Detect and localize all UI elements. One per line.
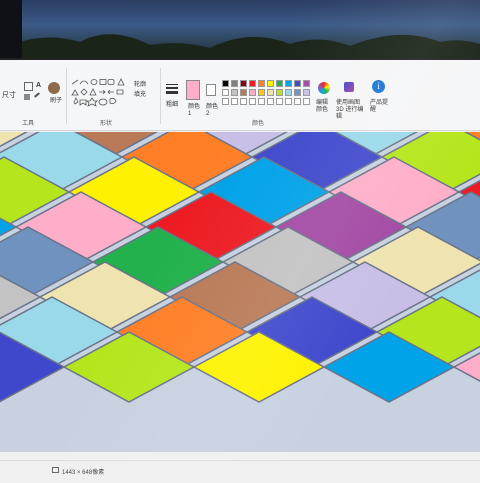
brushes-label[interactable]: 刷子 [50, 98, 62, 105]
text-tool[interactable]: A [36, 82, 41, 89]
palette-swatch[interactable] [267, 80, 274, 87]
palette-swatch[interactable] [258, 98, 265, 105]
outline-dropdown[interactable]: 轮廓 [134, 82, 146, 89]
product-alert-label[interactable]: 产品提醒 [370, 100, 388, 114]
palette-swatch[interactable] [222, 80, 229, 87]
palette-swatch[interactable] [267, 98, 274, 105]
palette-swatch[interactable] [249, 89, 256, 96]
desktop-wallpaper [0, 0, 480, 62]
ribbon-toolbar: 尺寸 A 工具 刷子 轮廓 填充 形状 粗细 颜色 1 颜色 2 颜色 编辑颜色… [0, 60, 480, 131]
canvas-area[interactable] [0, 132, 480, 452]
palette-swatch[interactable] [249, 80, 256, 87]
palette-swatch[interactable] [294, 80, 301, 87]
palette-swatch[interactable] [276, 80, 283, 87]
color-palette [222, 80, 312, 110]
color2-swatch[interactable] [206, 84, 216, 96]
palette-swatch[interactable] [285, 98, 292, 105]
palette-swatch[interactable] [285, 80, 292, 87]
trees-silhouette [0, 34, 480, 62]
dimensions-icon [52, 467, 59, 473]
image-dimensions: 1443 × 648像素 [62, 470, 105, 476]
palette-swatch[interactable] [267, 89, 274, 96]
info-icon[interactable]: i [372, 80, 385, 93]
palette-swatch[interactable] [222, 89, 229, 96]
palette-swatch[interactable] [240, 80, 247, 87]
palette-swatch[interactable] [303, 80, 310, 87]
palette-swatch[interactable] [231, 80, 238, 87]
palette-swatch[interactable] [294, 98, 301, 105]
palette-swatch[interactable] [240, 89, 247, 96]
fill-dropdown[interactable]: 填充 [134, 92, 146, 99]
paint-window: 尺寸 A 工具 刷子 轮廓 填充 形状 粗细 颜色 1 颜色 2 颜色 编辑颜色… [0, 58, 480, 483]
palette-swatch[interactable] [240, 98, 247, 105]
separator [160, 68, 161, 124]
palette-swatch[interactable] [276, 89, 283, 96]
brush-icon[interactable] [48, 82, 60, 94]
edit-colors-label[interactable]: 编辑颜色 [316, 100, 332, 114]
separator [66, 68, 67, 124]
color-picker-icon[interactable] [34, 92, 40, 98]
palette-swatch[interactable] [258, 80, 265, 87]
color2-label[interactable]: 颜色 2 [206, 104, 218, 118]
palette-swatch[interactable] [303, 98, 310, 105]
shapes-gallery[interactable] [70, 78, 132, 108]
palette-swatch[interactable] [258, 89, 265, 96]
color1-label[interactable]: 颜色 1 [188, 104, 202, 118]
colors-group-label: 颜色 [252, 121, 265, 127]
palette-swatch[interactable] [294, 89, 301, 96]
paint3d-label[interactable]: 使用画图 3D 进行编辑 [336, 100, 366, 121]
fill-bucket-icon[interactable] [24, 94, 30, 100]
palette-swatch[interactable] [231, 89, 238, 96]
palette-swatch[interactable] [285, 89, 292, 96]
palette-swatch[interactable] [249, 98, 256, 105]
palette-swatch[interactable] [303, 89, 310, 96]
paint3d-icon[interactable] [344, 82, 354, 92]
size-label[interactable]: 尺寸 [2, 90, 16, 100]
edit-colors-icon[interactable] [318, 82, 330, 94]
palette-swatch[interactable] [222, 98, 229, 105]
thickness-label[interactable]: 粗细 [166, 102, 178, 109]
color1-swatch[interactable] [186, 80, 200, 100]
palette-swatch[interactable] [276, 98, 283, 105]
drawing-canvas[interactable] [0, 132, 480, 452]
tools-group-label: 工具 [22, 121, 35, 127]
thickness-icon[interactable] [166, 84, 178, 94]
palette-swatch[interactable] [231, 98, 238, 105]
shapes-group-label: 形状 [100, 121, 113, 127]
monitor-bezel [0, 0, 22, 62]
pencil-icon[interactable] [24, 82, 33, 91]
